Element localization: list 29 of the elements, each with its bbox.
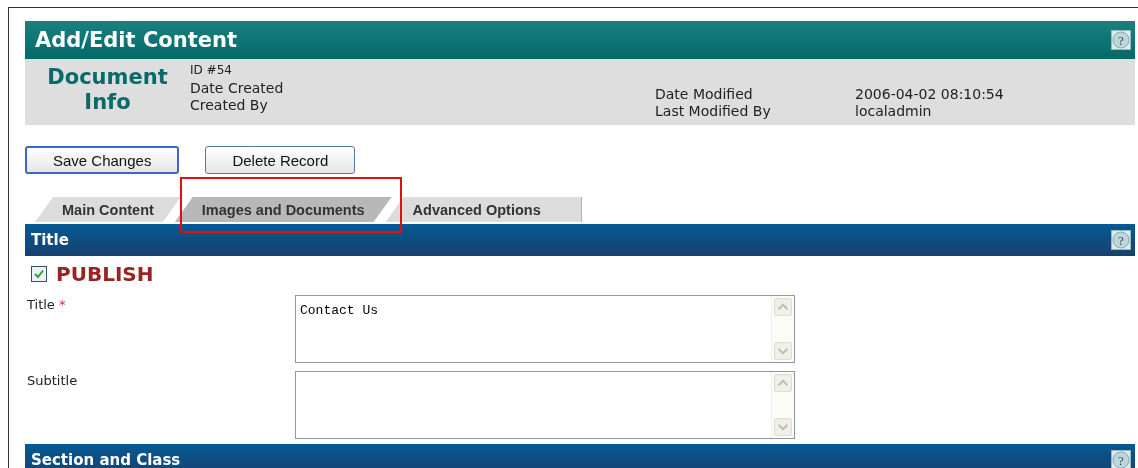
scroll-up-icon[interactable] [774,298,792,316]
text-area[interactable] [295,371,795,439]
section-title: Section and Class [31,451,181,468]
info-label: Date Modified [655,86,754,103]
tab[interactable]: Advanced Options [385,197,582,222]
help-icon[interactable]: ? [1111,30,1131,50]
info-label: Last Modified By [655,103,772,120]
publish-checkbox[interactable] [31,266,47,282]
scroll-down-icon[interactable] [774,418,792,436]
scroll-up-icon[interactable] [774,374,792,392]
save-button[interactable]: Save Changes [25,146,180,174]
text-area[interactable]: Contact Us [295,295,795,363]
publish-label: PUBLISH [56,262,154,286]
section-title: Title [31,231,69,249]
help-icon[interactable]: ? [1111,230,1131,250]
scroll-down-icon[interactable] [774,342,792,360]
info-value: localadmin [855,103,933,120]
record-id: ID #54 [190,63,233,77]
info-label: Date Created [190,80,285,97]
tab[interactable]: Main Content [35,197,181,222]
help-icon[interactable]: ? [1111,450,1131,468]
field-label: Subtitle [26,372,79,390]
delete-button[interactable]: Delete Record [205,146,356,174]
field-label: Title * [26,296,67,314]
document-info-heading: Document Info [46,64,169,116]
info-label: Created By [190,97,269,114]
page-title: Add/Edit Content [35,28,237,52]
tab[interactable]: Images and Documents [174,197,392,222]
info-value: 2006-04-02 08:10:54 [855,86,1005,103]
